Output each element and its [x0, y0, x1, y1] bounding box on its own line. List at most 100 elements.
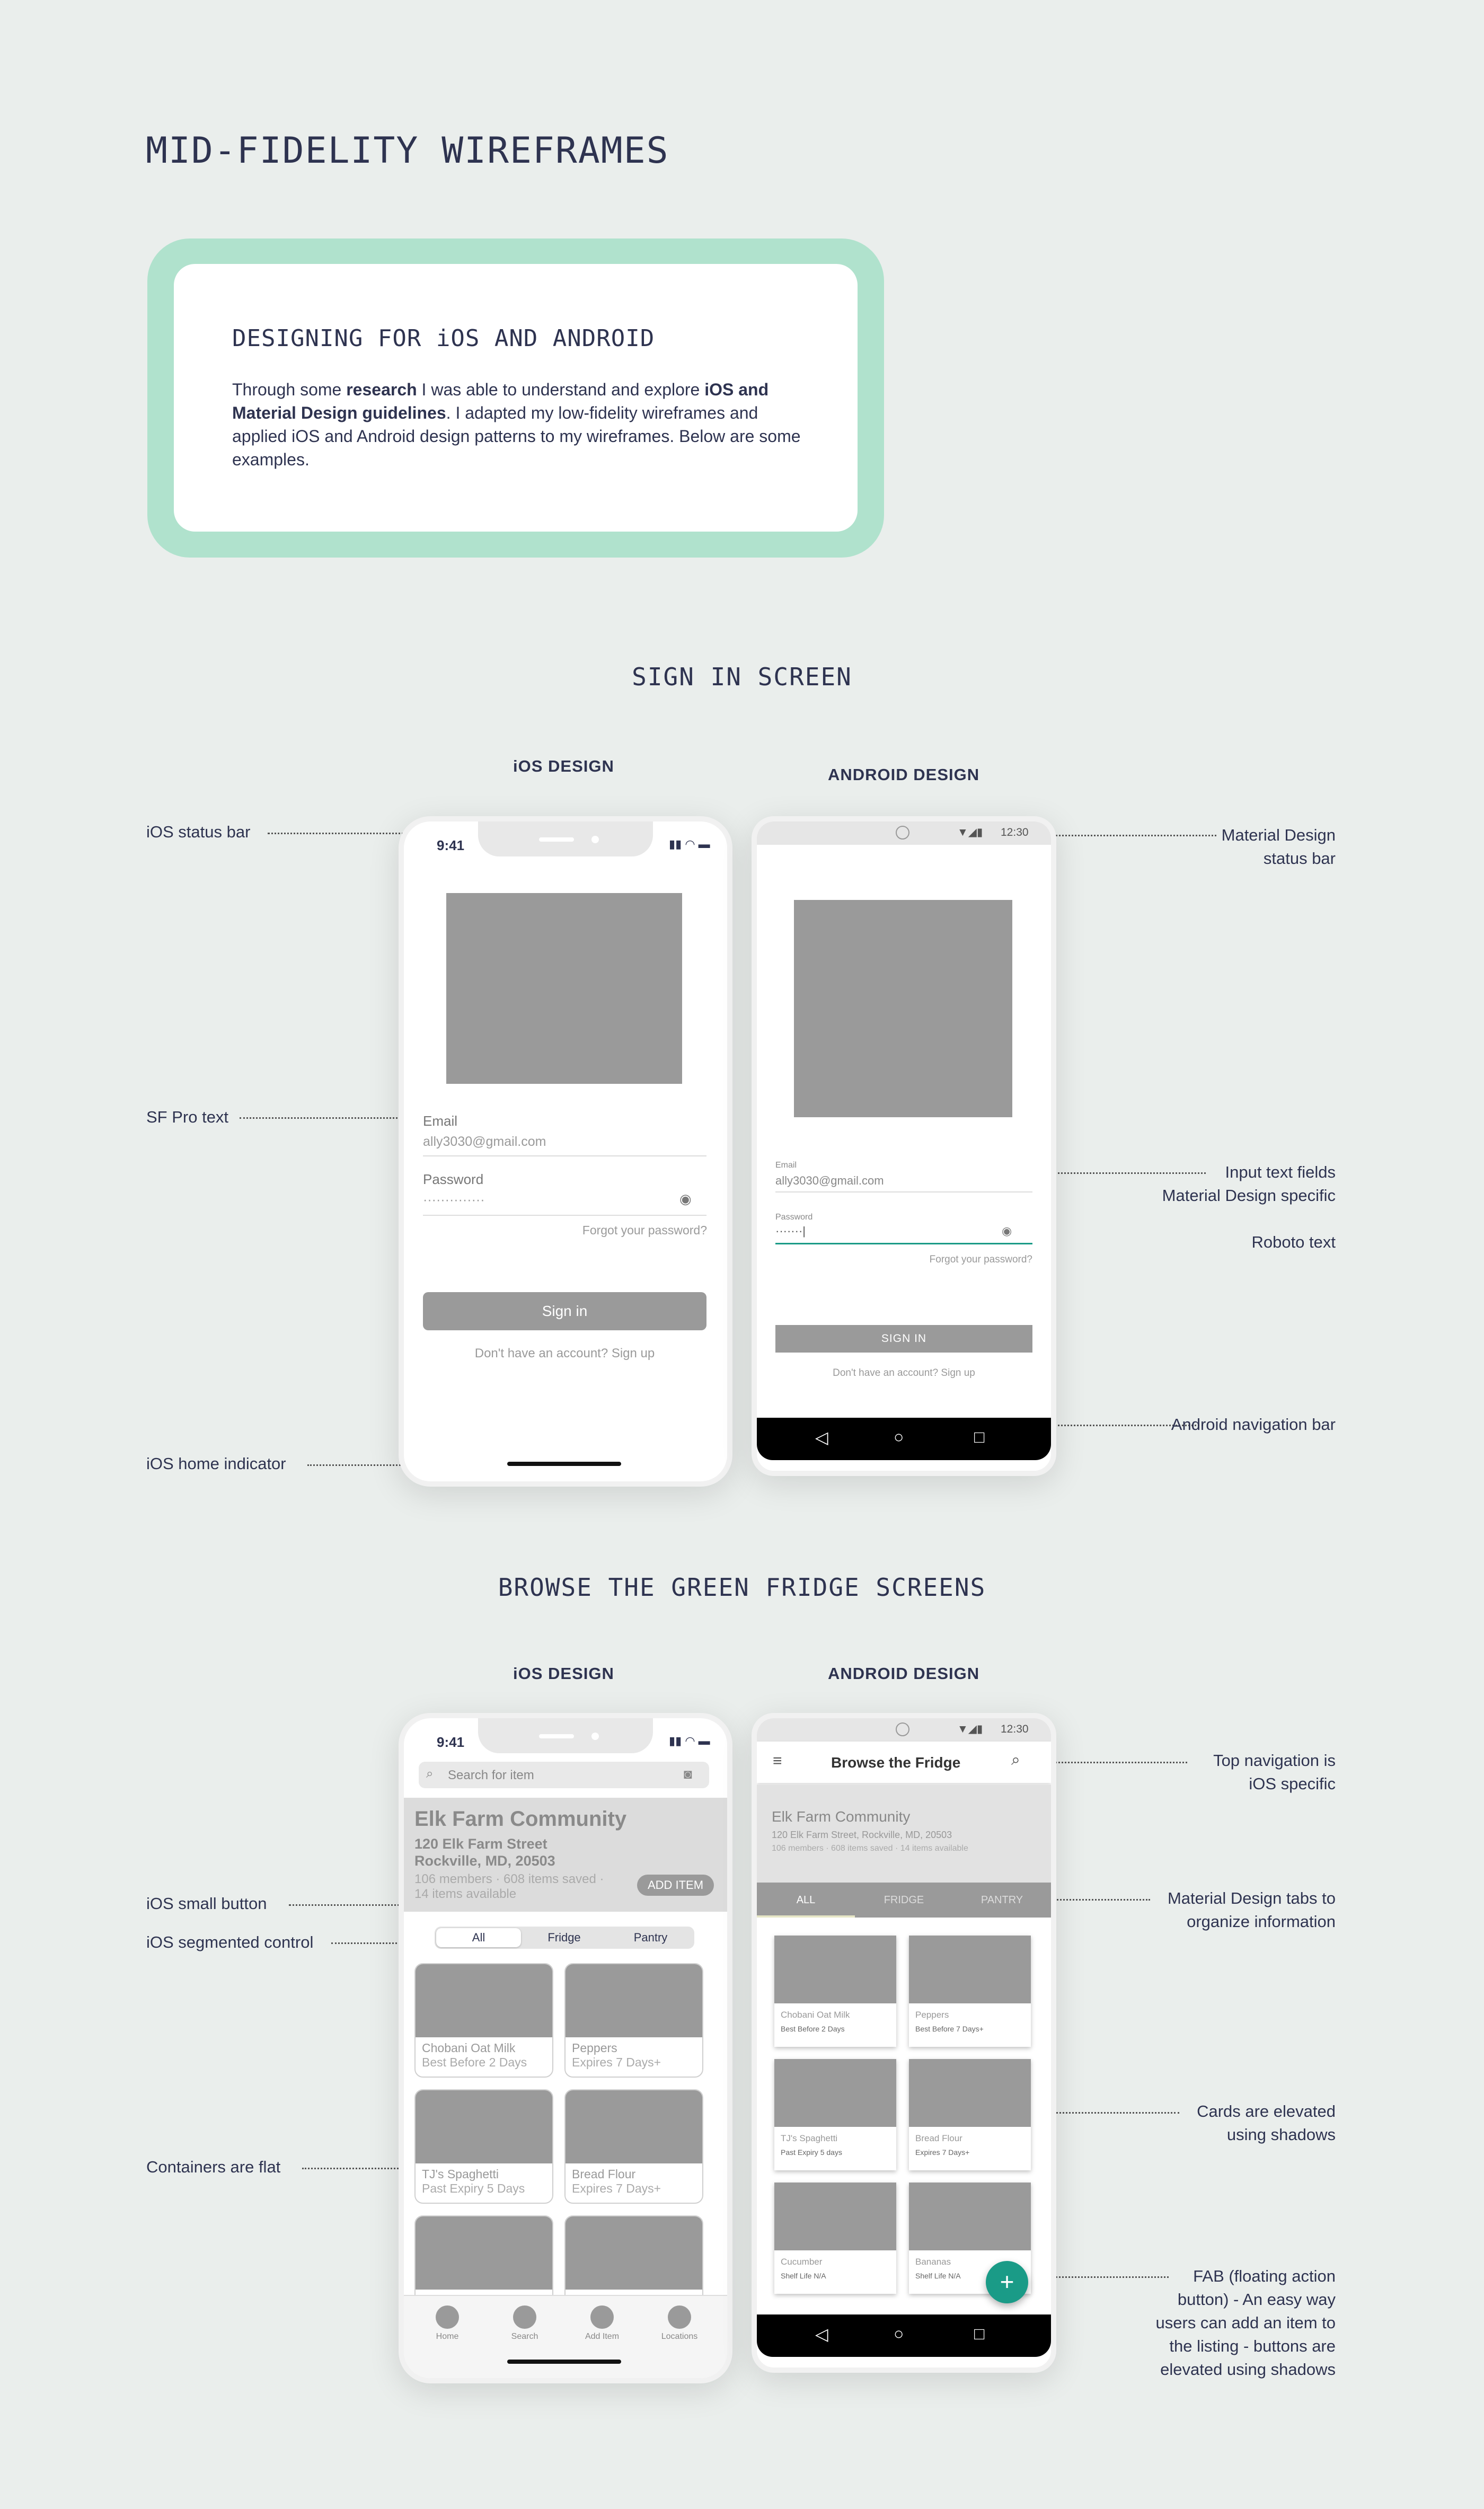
item-name: TJ's Spaghetti: [422, 2167, 499, 2181]
item-image: [909, 2059, 1031, 2127]
item-card[interactable]: TJ's Spaghetti Past Expiry 5 Days: [414, 2089, 553, 2204]
signin-button[interactable]: SIGN IN: [775, 1325, 1032, 1353]
signup-link[interactable]: Don't have an account? Sign up: [775, 1367, 1032, 1379]
item-name: Bread Flour: [572, 2167, 636, 2181]
add-item-tab-icon[interactable]: [590, 2305, 614, 2329]
android-design-label: ANDROID DESIGN: [828, 765, 980, 784]
intro-card-inner: DESIGNING FOR iOS AND ANDROID Through so…: [174, 264, 858, 532]
email-underline: [423, 1155, 706, 1156]
ios-camera: [591, 1733, 599, 1740]
eye-icon[interactable]: ◉: [1002, 1224, 1012, 1238]
camera-icon[interactable]: ◙: [684, 1766, 692, 1782]
item-card[interactable]: Bread Flour Expires 7 Days+: [909, 2059, 1031, 2170]
password-underline: [423, 1215, 706, 1216]
note-ios-home-indicator: iOS home indicator: [146, 1454, 286, 1473]
note-md-status-bar-2: status bar: [1263, 849, 1336, 868]
search-bar[interactable]: ⌕ Search for item ◙: [419, 1762, 709, 1788]
item-card[interactable]: Chobani Oat Milk Best Before 2 Days: [414, 1963, 553, 2078]
locations-tab-label[interactable]: Locations: [652, 2332, 707, 2342]
email-field[interactable]: ally3030@gmail.com: [423, 1134, 546, 1150]
ios-camera: [591, 836, 599, 843]
email-label: Email: [423, 1113, 458, 1129]
item-expiry: Expires 7 Days+: [572, 2055, 661, 2069]
android-nav-bar: ◁ ○ □: [757, 1418, 1051, 1460]
ios-notch: [478, 821, 653, 856]
signin-button[interactable]: Sign in: [423, 1292, 706, 1330]
note-input-fields: Input text fields Material Design specifi…: [1086, 1161, 1336, 1207]
signin-section-title: SIGN IN SCREEN: [632, 662, 852, 691]
note-cards-2: using shadows: [1226, 2125, 1336, 2144]
ios-browse-phone: 9:41 ▮▮ ◠ ▬ ⌕ Search for item ◙ Elk Farm…: [399, 1713, 732, 2383]
page-title: MID-FIDELITY WIREFRAMES: [146, 130, 669, 172]
item-name: Chobani Oat Milk: [422, 2041, 516, 2055]
tab-fridge[interactable]: FRIDGE: [855, 1883, 953, 1918]
community-available: 14 items available: [414, 1887, 517, 1901]
note-input-fields-1: Input text fields: [1225, 1163, 1336, 1181]
logo-placeholder-image: [794, 900, 1012, 1117]
segmented-control[interactable]: All Fridge Pantry: [435, 1927, 694, 1949]
item-name: Peppers: [915, 2010, 949, 2020]
back-icon[interactable]: ◁: [815, 2324, 828, 2344]
signup-link[interactable]: Don't have an account? Sign up: [423, 1346, 706, 1361]
intro-text-2: research: [346, 380, 417, 399]
password-field[interactable]: ··············: [423, 1192, 485, 1208]
segment-fridge[interactable]: Fridge: [521, 1928, 607, 1947]
intro-text-3: I was able to understand and explore: [417, 380, 705, 399]
community-header: Elk Farm Community 120 Elk Farm Street, …: [757, 1784, 1051, 1883]
home-icon[interactable]: ○: [894, 2324, 904, 2344]
search-tab-icon[interactable]: [513, 2305, 536, 2329]
item-expiry: Best Before 7 Days+: [915, 2025, 984, 2033]
item-card[interactable]: Chobani Oat Milk Best Before 2 Days: [774, 1936, 896, 2047]
note-cards-1: Cards are elevated: [1197, 2102, 1336, 2121]
search-input[interactable]: Search for item: [448, 1768, 534, 1783]
item-card[interactable]: Peppers Best Before 7 Days+: [909, 1936, 1031, 2047]
menu-icon[interactable]: ≡: [773, 1752, 782, 1770]
community-address: 120 Elk Farm Street, Rockville, MD, 2050…: [772, 1830, 952, 1840]
note-cards: Cards are elevated using shadows: [1140, 2100, 1336, 2146]
note-fab-2: button) - An easy way: [1177, 2290, 1336, 2309]
add-item-button[interactable]: ADD ITEM: [637, 1875, 714, 1896]
password-underline-active: [775, 1243, 1032, 1244]
segment-pantry[interactable]: Pantry: [607, 1928, 694, 1947]
recents-icon[interactable]: □: [974, 1427, 984, 1447]
item-image: [416, 2090, 552, 2163]
add-item-tab-label[interactable]: Add Item: [575, 2332, 630, 2342]
community-header: Elk Farm Community 120 Elk Farm Street R…: [404, 1798, 727, 1912]
item-card[interactable]: TJ's Spaghetti Past Expiry 5 days: [774, 2059, 896, 2170]
item-name: Bananas: [915, 2257, 951, 2267]
email-field[interactable]: ally3030@gmail.com: [775, 1174, 884, 1188]
tab-pantry[interactable]: PANTRY: [953, 1883, 1051, 1918]
item-image: [774, 2183, 896, 2250]
note-md-tabs-2: organize information: [1187, 1912, 1336, 1931]
forgot-password-link[interactable]: Forgot your password?: [863, 1254, 1032, 1266]
add-item-fab[interactable]: +: [986, 2261, 1028, 2303]
intro-heading: DESIGNING FOR iOS AND ANDROID: [232, 325, 655, 352]
ios-speaker: [539, 1734, 574, 1738]
password-field[interactable]: ·······|: [775, 1224, 806, 1238]
top-app-bar: ≡ Browse the Fridge ⌕: [757, 1742, 1051, 1783]
locations-tab-icon[interactable]: [668, 2305, 691, 2329]
note-input-fields-2: Material Design specific: [1162, 1186, 1336, 1205]
item-image: [416, 2216, 552, 2290]
ios-tab-bar: Home Search Add Item Locations: [404, 2295, 727, 2378]
search-icon[interactable]: ⌕: [1011, 1751, 1020, 1769]
item-card[interactable]: Bread Flour Expires 7 Days+: [564, 2089, 703, 2204]
eye-icon[interactable]: ◉: [679, 1191, 692, 1207]
md-status-time: 12:30: [1001, 826, 1029, 838]
item-card[interactable]: Peppers Expires 7 Days+: [564, 1963, 703, 2078]
home-icon[interactable]: ○: [894, 1427, 904, 1447]
recents-icon[interactable]: □: [974, 2324, 984, 2344]
home-tab-label[interactable]: Home: [420, 2332, 475, 2342]
forgot-password-link[interactable]: Forgot your password?: [563, 1223, 707, 1238]
search-tab-label[interactable]: Search: [497, 2332, 552, 2342]
item-card[interactable]: Cucumber Shelf Life N/A: [774, 2183, 896, 2294]
md-status-icons: ▼◢▮: [957, 826, 983, 838]
back-icon[interactable]: ◁: [815, 1427, 828, 1447]
note-android-nav: Android navigation bar: [1171, 1415, 1336, 1434]
tab-all[interactable]: ALL: [757, 1883, 855, 1918]
note-roboto: Roboto text: [1251, 1233, 1336, 1251]
android-browse-phone: ▼◢▮ 12:30 ≡ Browse the Fridge ⌕ Elk Farm…: [752, 1713, 1056, 2373]
home-tab-icon[interactable]: [436, 2305, 459, 2329]
community-stats: 106 members · 608 items saved ·: [414, 1872, 604, 1886]
segment-all[interactable]: All: [436, 1928, 521, 1947]
